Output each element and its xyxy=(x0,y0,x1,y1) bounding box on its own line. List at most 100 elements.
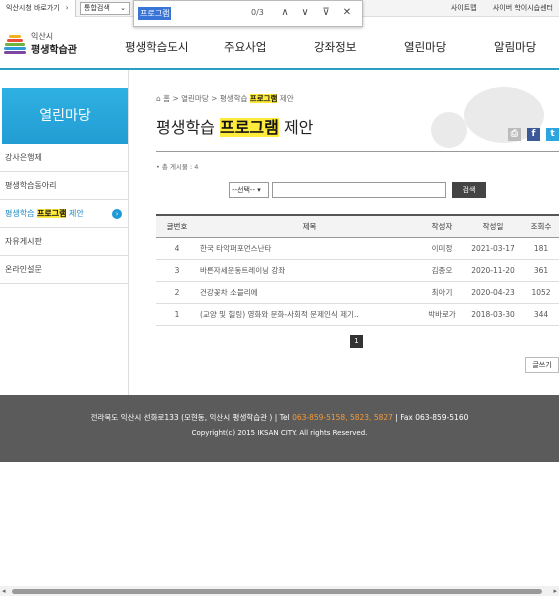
footer-fax: | Fax 063-859-5160 xyxy=(392,413,469,422)
utility-links: 사이트맵 사이버 학이시습센터 xyxy=(437,0,553,17)
row-author: 김종오 xyxy=(421,259,463,282)
table-row[interactable]: 3 바른자세운동트레이닝 강좌 김종오 2020-11-20 361 xyxy=(156,259,559,282)
search-button[interactable]: 검색 xyxy=(452,182,486,198)
close-icon[interactable]: ✕ xyxy=(340,6,354,20)
find-next-icon[interactable]: ∨ xyxy=(298,6,312,20)
footer-phone: 063-859-5158, 5823, 5827 xyxy=(292,413,393,422)
filter-icon[interactable]: ⊽ xyxy=(319,6,333,20)
row-number: 2 xyxy=(156,281,198,304)
find-bar: 프로그램 0/3 ∧ ∨ ⊽ ✕ xyxy=(133,0,363,27)
sidebar-item-free-board[interactable]: 자유게시판 xyxy=(0,228,128,256)
main-nav: 평생학습도시 주요사업 강좌정보 열린마당 알림마당 xyxy=(104,39,559,59)
row-views: 1052 xyxy=(523,281,559,304)
breadcrumb-current: 평생학습 xyxy=(219,94,250,103)
chevron-right-icon: › xyxy=(112,209,122,219)
site-footer: 전라북도 익산시 선화로133 (모현동, 익산시 평생학습관 ) | Tel … xyxy=(0,395,559,462)
print-icon[interactable]: ⎙ xyxy=(507,128,521,141)
sidebar-item-label: 강사은행제 xyxy=(5,153,42,162)
table-row[interactable]: 2 건강꽃차 소믈리에 최아기 2020-04-23 1052 xyxy=(156,281,559,304)
page: 익산시청 바로가기 › 통합검색 ⌄ 사이트맵 사이버 학이시습센터 프로그램 0… xyxy=(0,0,559,596)
sidebar-item-label: 평생학습 xyxy=(5,209,37,218)
row-title-link[interactable]: 한국 타악퍼포먼스난타 xyxy=(198,237,421,260)
nav-course-info[interactable]: 강좌정보 xyxy=(314,39,356,55)
nav-lifelong-city[interactable]: 평생학습도시 xyxy=(125,39,188,55)
footer-address: 전라북도 익산시 선화로133 (모현동, 익산시 평생학습관 ) | Tel … xyxy=(0,412,559,423)
row-author: 박바로가 xyxy=(421,303,463,326)
row-date: 2020-11-20 xyxy=(463,259,523,282)
sidebar-item-online-survey[interactable]: 온라인설문 xyxy=(0,256,128,284)
chevron-right-icon: › xyxy=(65,4,69,12)
col-author: 작성자 xyxy=(421,214,463,238)
row-number: 1 xyxy=(156,303,198,326)
find-previous-icon[interactable]: ∧ xyxy=(278,6,292,20)
main-content: ⌂ 홈 > 열린마당 > 평생학습 프로그램 제안 평생학습 프로그램 제안 ⎙… xyxy=(129,70,559,395)
chevron-down-icon: ▾ xyxy=(257,186,261,194)
row-title-link[interactable]: 바른자세운동트레이닝 강좌 xyxy=(198,259,421,282)
row-views: 361 xyxy=(523,259,559,282)
sidebar-title: 열린마당 xyxy=(2,88,128,144)
find-highlight: 프로그램 xyxy=(219,118,279,137)
quick-link-label: 익산시청 바로가기 xyxy=(6,4,60,12)
sidebar-item-label-suffix: 제안 xyxy=(66,209,84,218)
twitter-icon[interactable]: t xyxy=(546,128,559,141)
page-title-text: 평생학습 xyxy=(156,118,220,137)
breadcrumb-open-forum[interactable]: 열린마당 xyxy=(181,94,209,103)
row-author: 이미정 xyxy=(421,237,463,260)
table-row[interactable]: 1 (교양 및 힐링) 영화와 문화-사회적 문제인식 제기.. 박바로가 20… xyxy=(156,303,559,326)
row-views: 344 xyxy=(523,303,559,326)
horizontal-scrollbar[interactable]: ◂ ▸ xyxy=(0,586,559,596)
page-title: 평생학습 프로그램 제안 xyxy=(156,114,313,138)
site-logo[interactable]: 익산시 평생학습관 xyxy=(4,31,84,59)
row-date: 2021-03-17 xyxy=(463,237,523,260)
row-date: 2018-03-30 xyxy=(463,303,523,326)
row-views: 181 xyxy=(523,237,559,260)
row-title-link[interactable]: 건강꽃차 소믈리에 xyxy=(198,281,421,304)
sidebar-item-instructor-bank[interactable]: 강사은행제 xyxy=(0,144,128,172)
search-field-select[interactable]: --선택-- ▾ xyxy=(229,182,269,198)
find-match-count: 0/3 xyxy=(251,8,264,17)
sidebar-item-clubs[interactable]: 평생학습동아리 xyxy=(0,172,128,200)
total-posts: • 총 게시물 : 4 xyxy=(156,163,199,171)
find-highlight: 프로그램 xyxy=(36,209,67,218)
row-title-link[interactable]: (교양 및 힐링) 영화와 문화-사회적 문제인식 제기.. xyxy=(198,303,421,326)
row-number: 4 xyxy=(156,237,198,260)
facebook-icon[interactable]: f xyxy=(526,128,540,141)
share-buttons: ⎙ f t xyxy=(507,121,559,141)
sidebar-item-program-proposal[interactable]: 평생학습 프로그램 제안 › xyxy=(0,200,128,228)
col-title: 제목 xyxy=(198,214,421,238)
table-header-row: 글번호 제목 작성자 작성일 조회수 xyxy=(156,214,559,238)
scroll-right-icon[interactable]: ▸ xyxy=(553,587,557,595)
breadcrumb-separator: > xyxy=(211,94,218,103)
write-button[interactable]: 글쓰기 xyxy=(525,357,559,373)
search-field-value: --선택-- xyxy=(232,186,255,194)
row-number: 3 xyxy=(156,259,198,282)
quick-link-button[interactable]: 익산시청 바로가기 › xyxy=(0,0,76,17)
logo-icon xyxy=(4,35,26,55)
scrollbar-thumb[interactable] xyxy=(12,589,542,594)
find-input[interactable]: 프로그램 xyxy=(138,7,172,20)
breadcrumb-separator: > xyxy=(172,94,179,103)
sidebar: 열린마당 강사은행제 평생학습동아리 평생학습 프로그램 제안 › 자유게시판 … xyxy=(0,70,129,395)
search-input[interactable] xyxy=(272,182,446,198)
col-views: 조회수 xyxy=(523,214,559,238)
page-number-current[interactable]: 1 xyxy=(350,335,363,348)
find-highlight: 프로그램 xyxy=(249,94,278,103)
nav-open-forum[interactable]: 열린마당 xyxy=(404,39,446,55)
sidebar-item-label: 평생학습동아리 xyxy=(5,181,57,190)
cyber-center-link[interactable]: 사이버 학이시습센터 xyxy=(493,4,553,12)
logo-line2: 평생학습관 xyxy=(31,45,77,56)
table-row[interactable]: 4 한국 타악퍼포먼스난타 이미정 2021-03-17 181 xyxy=(156,237,559,260)
page-title-suffix: 제안 xyxy=(278,118,314,137)
col-number: 글번호 xyxy=(156,214,198,238)
sidebar-item-label: 자유게시판 xyxy=(5,237,42,246)
nav-notices[interactable]: 알림마당 xyxy=(494,39,536,55)
search-scope-select[interactable]: 통합검색 ⌄ xyxy=(80,2,130,15)
sitemap-link[interactable]: 사이트맵 xyxy=(451,4,477,12)
home-icon[interactable]: ⌂ 홈 xyxy=(156,94,170,103)
sidebar-item-label: 온라인설문 xyxy=(5,265,42,274)
col-date: 작성일 xyxy=(463,214,523,238)
row-author: 최아기 xyxy=(421,281,463,304)
chevron-down-icon: ⌄ xyxy=(120,4,126,12)
scroll-left-icon[interactable]: ◂ xyxy=(2,587,6,595)
nav-main-projects[interactable]: 주요사업 xyxy=(224,39,266,55)
